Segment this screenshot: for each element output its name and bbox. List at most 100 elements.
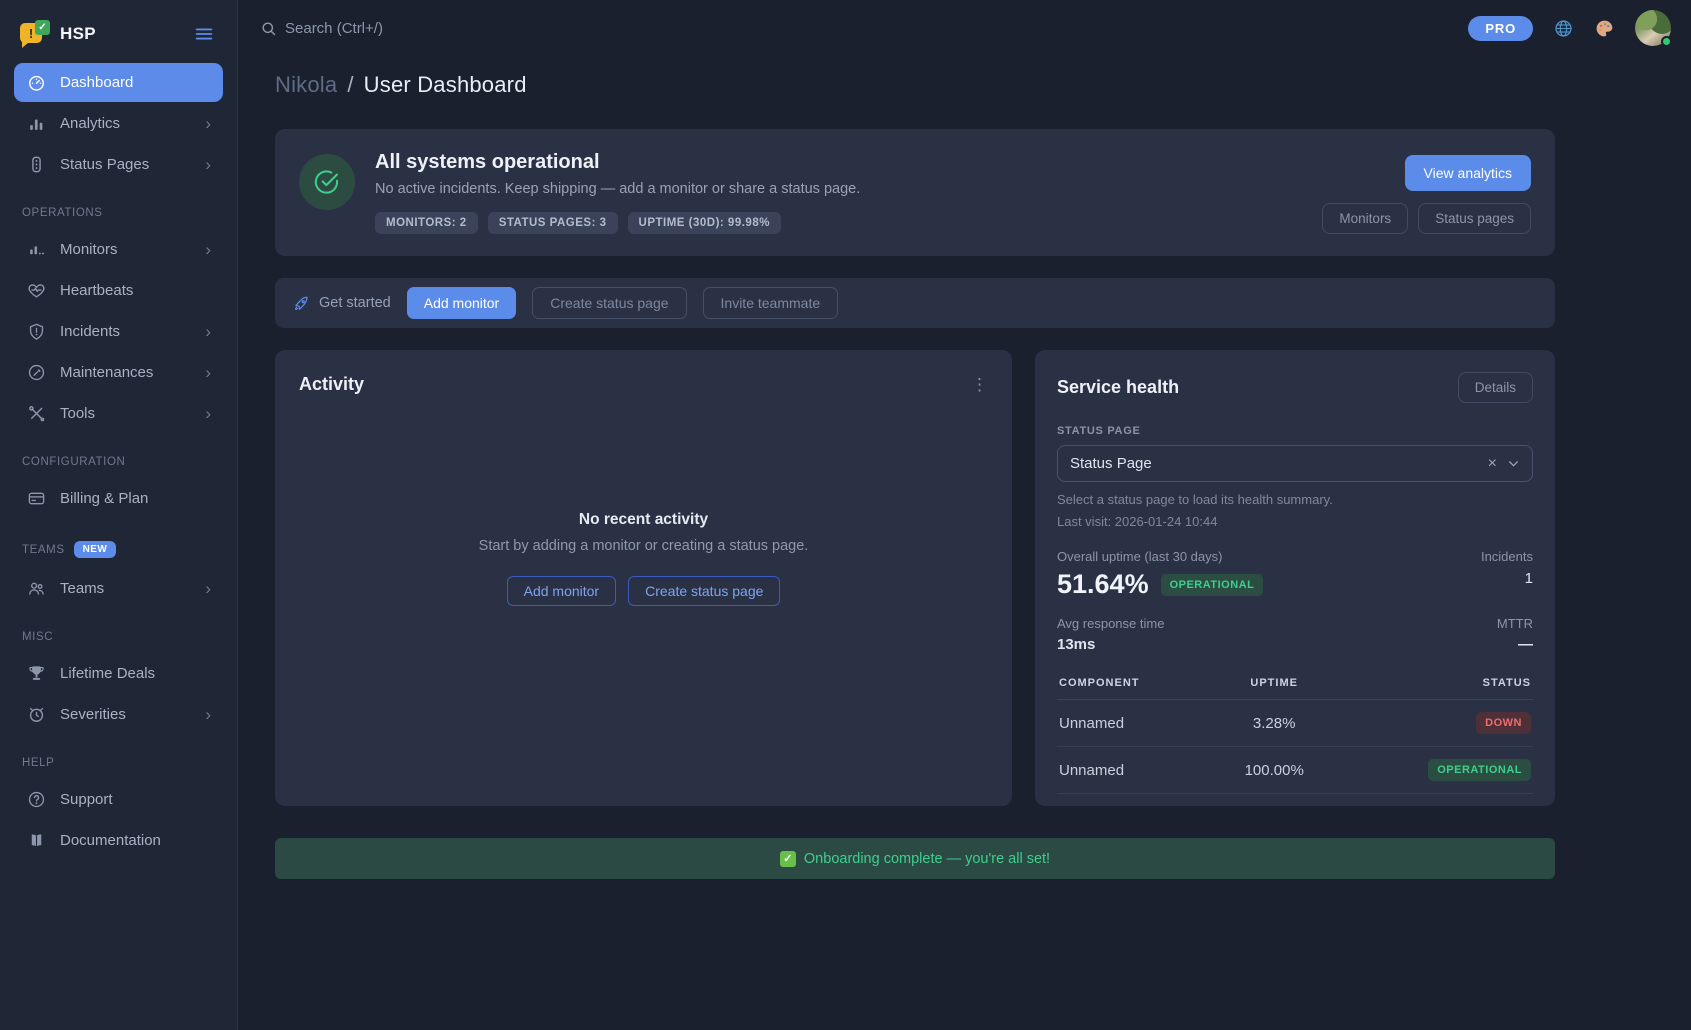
breadcrumb-parent[interactable]: Nikola <box>275 72 337 98</box>
hero-subtitle: No active incidents. Keep shipping — add… <box>375 181 860 197</box>
kebab-menu-icon[interactable]: ⋮ <box>971 376 988 393</box>
add-monitor-button[interactable]: Add monitor <box>407 287 516 319</box>
response-stats-row: Avg response time 13ms MTTR — <box>1057 616 1533 653</box>
teams-icon <box>26 579 46 598</box>
sidebar-item-lifetime-deals[interactable]: Lifetime Deals <box>14 654 223 693</box>
uptime-stats-row: Overall uptime (last 30 days) 51.64% OPE… <box>1057 549 1533 600</box>
sidebar-item-incidents[interactable]: Incidents › <box>14 312 223 351</box>
chevron-right-icon: › <box>205 706 211 723</box>
empty-state-subtitle: Start by adding a monitor or creating a … <box>479 538 809 554</box>
new-badge: NEW <box>74 541 117 558</box>
operational-badge: OPERATIONAL <box>1428 759 1531 781</box>
table-row: Unnamed 3.28% DOWN <box>1057 700 1533 747</box>
uptime-chip: UPTIME (30D): 99.98% <box>628 212 781 234</box>
hamburger-icon <box>193 23 215 45</box>
sidebar-item-tools[interactable]: Tools › <box>14 394 223 433</box>
empty-state-title: No recent activity <box>579 511 708 529</box>
cards-grid: Activity ⋮ No recent activity Start by a… <box>275 350 1555 806</box>
component-uptime: 100.00% <box>1215 747 1333 794</box>
create-status-page-button[interactable]: Create status page <box>532 287 686 319</box>
sidebar-section-help: HELP <box>14 735 223 779</box>
hero-secondary-actions: Monitors Status pages <box>1322 203 1531 234</box>
shield-alert-icon <box>26 322 46 341</box>
tools-icon <box>26 404 46 423</box>
app-logo-icon: ! ✓ <box>20 20 50 48</box>
activity-title: Activity <box>299 374 364 395</box>
component-uptime: 3.28% <box>1215 700 1333 747</box>
chevron-down-icon[interactable] <box>1507 457 1520 470</box>
palette-icon[interactable] <box>1594 18 1615 39</box>
activity-header: Activity ⋮ <box>299 374 988 395</box>
incidents-stat: Incidents 1 <box>1481 549 1533 600</box>
clear-icon[interactable]: × <box>1488 455 1497 473</box>
breadcrumb-current: User Dashboard <box>364 72 527 98</box>
monitors-button[interactable]: Monitors <box>1322 203 1408 234</box>
sidebar-item-label: Heartbeats <box>60 282 211 299</box>
onboarding-banner: ✓ Onboarding complete — you're all set! <box>275 838 1555 879</box>
user-avatar[interactable] <box>1635 10 1671 46</box>
sidebar-section-teams: TEAMS NEW <box>14 519 223 568</box>
incidents-value: 1 <box>1481 570 1533 587</box>
add-monitor-button[interactable]: Add monitor <box>507 576 616 606</box>
table-row: Unnamed 100.00% OPERATIONAL <box>1057 747 1533 794</box>
chevron-right-icon: › <box>205 115 211 132</box>
get-started-bar: Get started Add monitor Create status pa… <box>275 278 1555 328</box>
book-icon <box>26 831 46 850</box>
content: Nikola / User Dashboard All systems oper… <box>238 56 1555 879</box>
details-button[interactable]: Details <box>1458 372 1533 403</box>
gauge-icon <box>26 73 46 92</box>
components-table: COMPONENT UPTIME STATUS Unnamed 3.28% DO… <box>1057 669 1533 794</box>
status-pages-button[interactable]: Status pages <box>1418 203 1531 234</box>
sidebar-item-monitors[interactable]: Monitors › <box>14 230 223 269</box>
sidebar-toggle-button[interactable] <box>191 21 217 47</box>
chevron-right-icon: › <box>205 405 211 422</box>
sidebar-item-label: Dashboard <box>60 74 211 91</box>
search-box[interactable] <box>260 20 545 37</box>
sidebar-item-dashboard[interactable]: Dashboard <box>14 63 223 102</box>
credit-card-icon <box>26 489 46 508</box>
sidebar-item-support[interactable]: Support <box>14 780 223 819</box>
sidebar-item-status-pages[interactable]: Status Pages › <box>14 145 223 184</box>
sidebar-item-severities[interactable]: Severities › <box>14 695 223 734</box>
uptime-value: 51.64% <box>1057 569 1149 600</box>
sidebar-item-label: Incidents <box>60 323 191 340</box>
sidebar-item-maintenances[interactable]: Maintenances › <box>14 353 223 392</box>
service-health-title: Service health <box>1057 377 1179 398</box>
chevron-right-icon: › <box>205 156 211 173</box>
globe-icon[interactable] <box>1553 18 1574 39</box>
hero-title: All systems operational <box>375 151 860 174</box>
avg-response-label: Avg response time <box>1057 616 1164 631</box>
get-started-label-wrap: Get started <box>293 295 391 312</box>
sidebar-item-billing[interactable]: Billing & Plan <box>14 479 223 518</box>
column-header-uptime: UPTIME <box>1215 669 1333 700</box>
hero-text: All systems operational No active incide… <box>375 151 860 234</box>
sidebar-item-label: Support <box>60 791 211 808</box>
sidebar-nav: Dashboard Analytics › Status Pages › OPE… <box>14 62 223 861</box>
get-started-label: Get started <box>319 295 391 311</box>
sidebar-item-label: Analytics <box>60 115 191 132</box>
pro-badge[interactable]: PRO <box>1468 16 1533 41</box>
invite-teammate-button[interactable]: Invite teammate <box>703 287 839 319</box>
hero-actions: View analytics Monitors Status pages <box>1322 151 1531 234</box>
sidebar-item-analytics[interactable]: Analytics › <box>14 104 223 143</box>
sidebar-item-label: Teams <box>60 580 191 597</box>
view-analytics-button[interactable]: View analytics <box>1405 155 1531 191</box>
avg-response-stat: Avg response time 13ms <box>1057 616 1164 653</box>
alarm-clock-icon <box>26 705 46 724</box>
service-health-card: Service health Details STATUS PAGE Statu… <box>1035 350 1555 806</box>
sidebar-item-heartbeats[interactable]: Heartbeats <box>14 271 223 310</box>
sidebar-section-operations: OPERATIONS <box>14 185 223 229</box>
incidents-label: Incidents <box>1481 549 1533 564</box>
select-controls: × <box>1488 455 1520 473</box>
sidebar-item-documentation[interactable]: Documentation <box>14 821 223 860</box>
breadcrumb: Nikola / User Dashboard <box>275 72 1555 98</box>
status-pages-chip: STATUS PAGES: 3 <box>488 212 618 234</box>
online-status-dot <box>1661 36 1672 47</box>
create-status-page-button[interactable]: Create status page <box>628 576 780 606</box>
sidebar-item-teams[interactable]: Teams › <box>14 569 223 608</box>
component-name: Unnamed <box>1057 700 1215 747</box>
sidebar: ! ✓ HSP Dashboard Analytics › Status Pag… <box>0 0 238 1030</box>
hero-chips: MONITORS: 2 STATUS PAGES: 3 UPTIME (30D)… <box>375 212 860 234</box>
status-page-select[interactable]: Status Page × <box>1057 445 1533 482</box>
search-input[interactable] <box>285 20 545 37</box>
